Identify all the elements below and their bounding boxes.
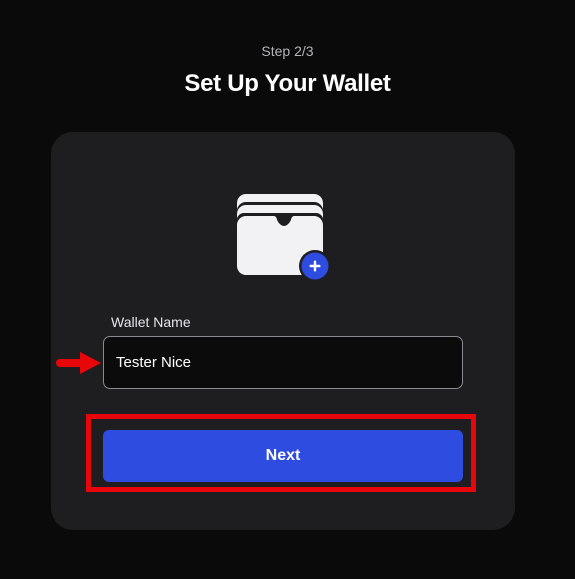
wallet-setup-page: Step 2/3 Set Up Your Wallet Wallet Name … (0, 0, 575, 579)
wallet-add-icon (237, 194, 331, 282)
page-title: Set Up Your Wallet (184, 70, 391, 97)
setup-card: Wallet Name Next (51, 132, 515, 530)
wallet-name-input[interactable] (103, 336, 463, 389)
wallet-name-label: Wallet Name (111, 314, 191, 330)
next-button[interactable]: Next (103, 430, 463, 482)
step-indicator: Step 2/3 (261, 43, 314, 59)
red-arrow-annotation (56, 352, 101, 374)
